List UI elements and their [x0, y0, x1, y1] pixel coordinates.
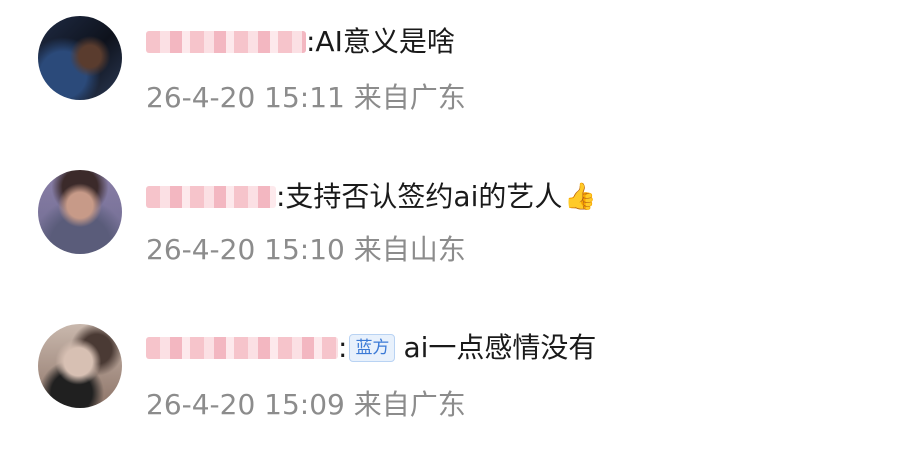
comment-location: 来自广东 [353, 388, 466, 421]
comment-time: 26-4-20 15:10 [146, 233, 345, 266]
avatar[interactable] [38, 170, 122, 254]
comment-meta: 26-4-20 15:10 来自山东 [146, 230, 466, 270]
comment-location: 来自山东 [353, 233, 466, 266]
team-badge: 蓝方 [349, 334, 396, 362]
thumbs-up-icon: 👍 [564, 182, 597, 212]
username-blurred[interactable] [146, 337, 338, 359]
content-prefix: : [338, 331, 348, 364]
comment-item: : 蓝方 ai一点感情没有 26-4-20 15:09 来自广东 [0, 0, 900, 421]
comment-time: 26-4-20 15:09 [146, 388, 345, 421]
comment-content: :支持否认签约ai的艺人 [276, 180, 563, 213]
avatar[interactable] [38, 324, 122, 408]
comment-line: :支持否认签约ai的艺人 👍 [146, 177, 597, 217]
comment-meta: 26-4-20 15:09 来自广东 [146, 385, 466, 425]
username-blurred[interactable] [146, 186, 276, 208]
comment-content: ai一点感情没有 [403, 331, 597, 364]
comment-line: : 蓝方 ai一点感情没有 [146, 328, 596, 368]
